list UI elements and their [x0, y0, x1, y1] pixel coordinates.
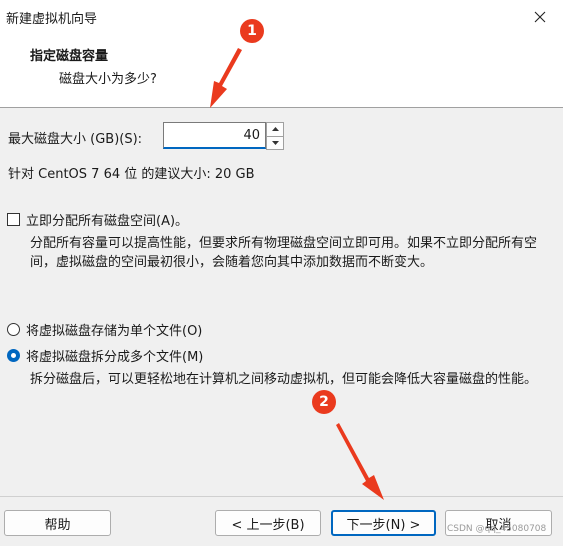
page-subtitle: 磁盘大小为多少? [59, 72, 157, 87]
allocate-description: 分配所有容量可以提高性能，但要求所有物理磁盘空间立即可用。如果不立即分配所有空间… [30, 236, 538, 270]
allocate-all-checkbox[interactable]: 立即分配所有磁盘空间(A)。 [7, 210, 188, 229]
radio-split-files[interactable]: 将虚拟磁盘拆分成多个文件(M) [7, 346, 203, 365]
split-description: 拆分磁盘后，可以更轻松地在计算机之间移动虚拟机，但可能会降低大容量磁盘的性能。 [30, 372, 538, 387]
next-button[interactable]: 下一步(N) > [331, 510, 436, 536]
checkbox-box[interactable] [7, 213, 20, 226]
chevron-up-icon [271, 127, 279, 132]
disk-size-input[interactable] [163, 122, 266, 149]
radio-single-file-label: 将虚拟磁盘存储为单个文件(O) [26, 324, 203, 339]
help-button[interactable]: 帮助 [4, 510, 111, 536]
watermark: CSDN @qq_45080708 [447, 524, 547, 534]
disk-size-label: 最大磁盘大小 (GB)(S): [8, 132, 143, 147]
recommended-size-text: 针对 CentOS 7 64 位 的建议大小: 20 GB [8, 167, 255, 182]
chevron-down-icon [271, 140, 279, 145]
radio-single-file-circle[interactable] [7, 323, 20, 336]
window-title: 新建虚拟机向导 [6, 12, 98, 27]
title-bar: 新建虚拟机向导 [0, 0, 563, 36]
radio-split-files-label: 将虚拟磁盘拆分成多个文件(M) [26, 350, 204, 365]
disk-size-spinner [266, 122, 284, 150]
arrow-2 [336, 423, 384, 500]
annotation-marker-2: 2 [312, 390, 336, 414]
footer-divider [0, 496, 563, 497]
spin-down-button[interactable] [266, 136, 284, 150]
close-button[interactable] [517, 0, 563, 34]
radio-single-file[interactable]: 将虚拟磁盘存储为单个文件(O) [7, 320, 202, 339]
close-icon [534, 11, 546, 23]
back-button[interactable]: < 上一步(B) [215, 510, 321, 536]
annotation-marker-1: 1 [240, 19, 264, 43]
spin-up-button[interactable] [266, 122, 284, 137]
wizard-header: 指定磁盘容量 磁盘大小为多少? [0, 36, 563, 108]
page-title: 指定磁盘容量 [30, 49, 109, 64]
allocate-all-label: 立即分配所有磁盘空间(A)。 [26, 214, 189, 229]
radio-split-files-circle[interactable] [7, 349, 20, 362]
